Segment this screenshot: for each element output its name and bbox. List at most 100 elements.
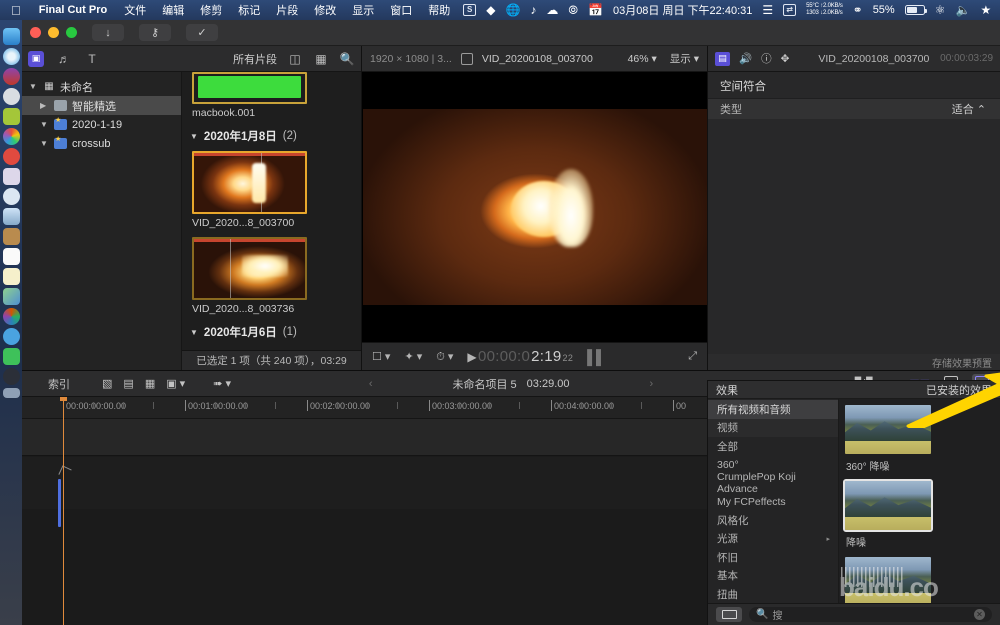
menu-item-modify[interactable]: 修改	[306, 2, 344, 18]
info-icon[interactable]: ⓘ	[761, 51, 772, 66]
timeline-index-button[interactable]: 索引	[48, 376, 70, 392]
library-item-untitled[interactable]: ▼ ▦ 未命名	[22, 77, 181, 96]
menu-item-trim[interactable]: 修剪	[192, 2, 230, 18]
volume-icon[interactable]: 🔈	[950, 3, 975, 17]
audio-icon[interactable]: 🔊	[739, 52, 752, 65]
library-item-smart-collections[interactable]: ▶ 智能精选	[22, 96, 181, 115]
list-view-icon[interactable]: ▦	[313, 51, 329, 67]
close-button[interactable]	[30, 27, 41, 38]
timeline-project-name[interactable]: 未命名项目 5	[452, 376, 516, 392]
photos-audio-icon[interactable]: ♬	[56, 51, 72, 67]
battery-icon[interactable]	[900, 5, 930, 15]
dock-item-colorwheel[interactable]	[3, 128, 20, 145]
keyword-button[interactable]: ⚷	[139, 24, 171, 41]
connect-icon[interactable]: ▦	[145, 377, 155, 390]
clip-group-header[interactable]: ▼ 2020年1月8日 (2)	[182, 124, 361, 148]
library-item-event-2020-1-19[interactable]: ▼ 2020-1-19	[22, 115, 181, 134]
timeline-next-button[interactable]: ›	[650, 378, 654, 390]
twisty-icon[interactable]: ▶	[40, 101, 49, 110]
network-stats[interactable]: 55°C ↑2.0KB/s 1303 ↓2.0KB/s	[801, 3, 848, 17]
effect-item-360-denoise[interactable]: 360° 降噪	[845, 405, 931, 473]
viewer-display-menu[interactable]: 显示 ▾	[670, 51, 699, 66]
import-media-button[interactable]: ↓	[92, 24, 124, 41]
dock-item-calendar[interactable]	[3, 248, 20, 265]
view-toggle-icon[interactable]	[716, 607, 742, 622]
cloud-download-icon[interactable]: ☁	[541, 3, 563, 17]
dock-item-finder[interactable]	[3, 28, 20, 45]
effect-thumbnail[interactable]	[845, 481, 931, 530]
dock-item-safari[interactable]	[3, 48, 20, 65]
dock-item-trash[interactable]	[3, 388, 20, 398]
apple-menu-icon[interactable]: 	[4, 4, 30, 17]
search-icon[interactable]: 🔍	[339, 51, 355, 67]
effects-category-all[interactable]: 全部	[708, 437, 838, 456]
dock-item-maps[interactable]	[3, 288, 20, 305]
filmstrip-icon[interactable]	[461, 53, 473, 65]
dock-item-preview[interactable]	[3, 208, 20, 225]
effects-grid[interactable]: 360° 降噪 降噪 斑点 baidu.c	[839, 399, 1000, 603]
clip-thumbnail-003736[interactable]	[182, 234, 361, 300]
timeline-prev-button[interactable]: ‹	[369, 378, 373, 390]
effects-search-input[interactable]: 🔍 搜 ✕	[749, 607, 992, 622]
menu-item-file[interactable]: 文件	[116, 2, 154, 18]
clip-thumbnail-macbook[interactable]	[182, 72, 361, 104]
evernote-icon[interactable]: S	[458, 4, 481, 16]
menu-item-view[interactable]: 显示	[344, 2, 382, 18]
menu-item-edit[interactable]: 编辑	[154, 2, 192, 18]
twisty-icon[interactable]: ▼	[29, 82, 38, 91]
effects-category-basic[interactable]: 基本	[708, 567, 838, 586]
dock-item-stickies[interactable]	[3, 268, 20, 285]
circle-slash-icon[interactable]: ⦾	[563, 3, 583, 18]
eye-icon[interactable]: ⚭	[848, 3, 868, 17]
menubar-datetime[interactable]: 03月08日 周日 下午22:40:31	[608, 2, 757, 18]
dock-item-clock[interactable]	[3, 148, 20, 165]
effects-category-all-video-audio[interactable]: 所有视频和音频	[708, 400, 838, 419]
menu-item-window[interactable]: 窗口	[382, 2, 420, 18]
dock-item-android[interactable]	[3, 108, 20, 125]
menu-item-clip[interactable]: 片段	[268, 2, 306, 18]
maximize-button[interactable]	[66, 27, 77, 38]
effects-icon[interactable]: ✦ ▾	[404, 350, 422, 363]
calendar-icon[interactable]: 📅	[583, 3, 608, 17]
effects-category-list[interactable]: 所有视频和音频 视频 全部 360° CrumplePop Koji Advan…	[708, 399, 839, 603]
audio-meter-icon[interactable]: ▌▌	[587, 349, 605, 365]
clip-list[interactable]: macbook.001 ▼ 2020年1月8日 (2)	[182, 72, 361, 370]
append-icon[interactable]: ▧	[102, 377, 112, 390]
bluetooth-icon[interactable]: ⚛	[930, 3, 951, 17]
overwrite-icon[interactable]: ▣ ▾	[166, 377, 185, 390]
dock-item-sketch[interactable]	[3, 188, 20, 205]
clip-group-header[interactable]: ▼ 2020年1月6日 (1)	[182, 320, 361, 344]
clip-filter-label[interactable]: 所有片段	[233, 51, 277, 67]
dropbox-icon[interactable]: ◆	[481, 3, 500, 17]
dock-item-launchpad[interactable]	[3, 88, 20, 105]
twisty-icon[interactable]: ▼	[40, 139, 49, 148]
globe-icon[interactable]: 🌐	[500, 3, 525, 17]
star-icon[interactable]: ★	[975, 3, 996, 17]
effects-category-stylize[interactable]: 风格化	[708, 511, 838, 530]
battery-percent[interactable]: 55%	[868, 4, 900, 16]
background-tasks-button[interactable]: ✓	[186, 24, 218, 41]
inspector-row-type[interactable]: 类型 适合 ⌃	[708, 99, 1000, 119]
dock-item-disk[interactable]	[3, 168, 20, 185]
select-tool-icon[interactable]: ➠ ▾	[213, 377, 231, 390]
dock-item-color[interactable]	[3, 308, 20, 325]
menu-item-mark[interactable]: 标记	[230, 2, 268, 18]
twisty-icon[interactable]: ▼	[190, 132, 198, 141]
clip-thumbnail-003700[interactable]	[182, 148, 361, 214]
dock-item-steam[interactable]	[3, 368, 20, 385]
music-note-icon[interactable]: ♪	[525, 3, 541, 17]
playhead[interactable]	[63, 397, 64, 625]
effect-thumbnail[interactable]	[845, 405, 931, 454]
effects-category-my-fcpeffects[interactable]: My FCPeffects	[708, 493, 838, 512]
twisty-icon[interactable]: ▼	[40, 120, 49, 129]
effect-item-denoise[interactable]: 降噪	[845, 481, 931, 549]
inspector-row-value[interactable]: 适合 ⌃	[952, 101, 986, 117]
dock-item-whatsapp[interactable]	[3, 348, 20, 365]
transform-icon[interactable]: ✥	[781, 53, 790, 65]
speed-icon[interactable]: ⏱ ▾	[436, 350, 453, 364]
dock-item-notes-brown[interactable]	[3, 228, 20, 245]
minimize-button[interactable]	[48, 27, 59, 38]
twisty-icon[interactable]: ▼	[190, 328, 198, 337]
video-icon[interactable]: ▤	[715, 52, 730, 66]
titles-generators-icon[interactable]: T	[84, 51, 100, 67]
